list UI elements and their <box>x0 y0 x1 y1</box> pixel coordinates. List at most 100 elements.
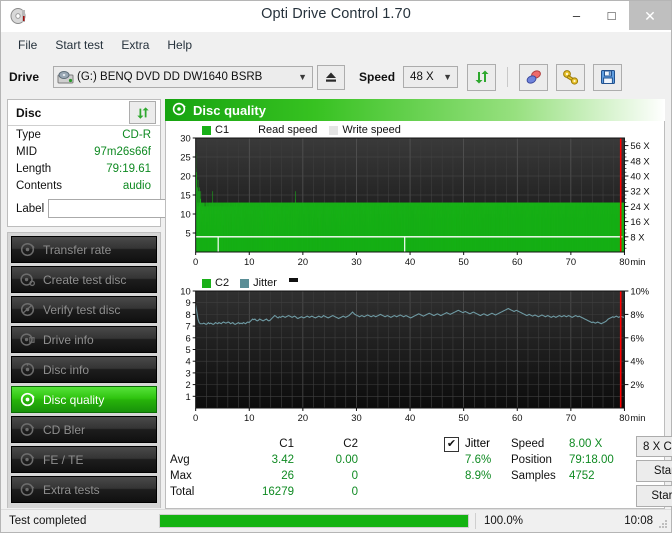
legend-swatch-write-speed <box>329 125 339 135</box>
elapsed-time: 10:08 <box>624 515 653 527</box>
legend-marker <box>288 278 298 282</box>
sidebar-label-disc-quality: Disc quality <box>43 392 105 407</box>
legend-swatch-c2 <box>202 278 211 288</box>
title-bar: Opti Drive Control 1.70 – □ ✕ <box>1 1 671 32</box>
clv-speed-select[interactable]: 8 X CLV ▼ <box>636 436 672 457</box>
clv-speed-value: 8 X CLV <box>643 440 672 453</box>
stats-header-row: C1 C2 <box>170 436 415 452</box>
start-full-button[interactable]: Start full <box>636 460 672 482</box>
sidebar-item-extra-tests[interactable]: Extra tests <box>11 476 157 503</box>
menu-extra[interactable]: Extra <box>112 35 158 55</box>
legend-label-c1: C1 <box>215 124 230 136</box>
page-title: Disc quality <box>193 102 266 118</box>
save-button[interactable] <box>593 63 623 91</box>
disc-key-type: Type <box>16 128 41 141</box>
stats-total-c1: 16279 <box>262 486 294 498</box>
stats-key-samples: Samples <box>511 470 556 482</box>
drive-value: (G:) BENQ DVD DD DW1640 BSRB <box>77 71 263 83</box>
stats-row-total: Total 16279 0 <box>170 484 415 500</box>
disc-panel-header: Disc <box>8 100 160 126</box>
sidebar-item-disc-quality[interactable]: Disc quality <box>11 386 157 413</box>
disc-key-length: Length <box>16 162 52 175</box>
disc-refresh-button[interactable] <box>129 101 156 124</box>
legend-label-c2: C2 <box>215 277 230 289</box>
legend-label-jitter: Jitter <box>253 277 277 289</box>
legend-swatch-read-speed <box>245 125 255 135</box>
right-panel: Disc quality C1 Read speed Write speed 5… <box>161 97 672 509</box>
stats-error-table: C1 C2 Avg 3.42 0.00 Max 26 0 Total 16279… <box>170 436 415 507</box>
drive-select[interactable]: (G:) BENQ DVD DD DW1640 BSRB ▼ <box>53 66 314 88</box>
disc-value-type: CD-R <box>122 128 151 141</box>
resize-grip[interactable] <box>658 519 668 529</box>
progress-percent: 100.0% <box>475 513 564 529</box>
sidebar-item-disc-info[interactable]: Disc info <box>11 356 157 383</box>
sidebar-label-transfer-rate: Transfer rate <box>43 242 112 257</box>
stats-progress-column: Speed 8.00 X Position 79:18.00 Samples 4… <box>507 436 636 507</box>
legend-swatch-jitter <box>240 278 250 288</box>
maximize-button[interactable]: □ <box>594 1 629 30</box>
sidebar-label-cd-bler: CD Bler <box>43 422 86 437</box>
stats-key-max: Max <box>170 470 192 482</box>
stats-col-c1: C1 <box>279 438 294 450</box>
sidebar-item-cd-bler[interactable]: CD Bler <box>11 416 157 443</box>
settings-button[interactable] <box>556 63 586 91</box>
minimize-icon: – <box>572 8 581 23</box>
disc-row-contents: Contents audio <box>8 177 160 194</box>
stats-row-max: Max 26 0 <box>170 468 415 484</box>
erase-button[interactable] <box>519 63 549 91</box>
left-panel: Disc Type CD-R MID 97m26s66f Length 79:1… <box>1 97 255 530</box>
stats-key-speed: Speed <box>511 438 545 450</box>
disc-verify-icon <box>20 302 35 317</box>
refresh-button[interactable] <box>467 63 497 91</box>
disc-row-length: Length 79:19.61 <box>8 160 160 177</box>
speed-value: 48 X <box>410 71 434 83</box>
minimize-button[interactable]: – <box>559 1 594 30</box>
stats-avg-c1: 3.42 <box>271 454 294 466</box>
sidebar-item-drive-info[interactable]: Drive info <box>11 326 157 353</box>
disc-panel-title: Disc <box>16 105 42 120</box>
test-nav-list: Transfer rate Create test disc Verify te… <box>7 232 161 508</box>
menu-file[interactable]: File <box>9 35 46 55</box>
sidebar-label-extra-tests: Extra tests <box>43 482 100 497</box>
sidebar-item-verify-test-disc[interactable]: Verify test disc <box>11 296 157 323</box>
jitter-avg-row: 7.6% <box>415 452 507 468</box>
stats-total-c2: 0 <box>351 486 358 498</box>
stats-value-speed: 8.00 X <box>569 438 603 450</box>
start-part-button[interactable]: Start part <box>636 485 672 507</box>
legend-swatch-c1 <box>202 125 211 135</box>
disc-label-key: Label <box>16 202 45 215</box>
stats-row-samples: Samples 4752 <box>511 468 636 484</box>
eject-button[interactable] <box>317 64 346 90</box>
close-icon: ✕ <box>644 7 656 24</box>
cd-bler-icon <box>20 422 35 437</box>
stats-col-c2: C2 <box>343 438 358 450</box>
jitter-avg-value: 7.6% <box>465 454 492 466</box>
c1-chart-legend: C1 Read speed Write speed <box>202 124 401 136</box>
progress-bar-fill <box>160 515 468 527</box>
chevron-down-icon: ▼ <box>443 72 453 82</box>
disc-row-type: Type CD-R <box>8 126 160 143</box>
stats-row-avg: Avg 3.42 0.00 <box>170 452 415 468</box>
status-message: Test completed <box>9 515 87 527</box>
sidebar-item-transfer-rate[interactable]: Transfer rate <box>11 236 157 263</box>
close-button[interactable]: ✕ <box>629 1 671 30</box>
charts-panel: C1 Read speed Write speed 5 10 15 20 25 30 8 X… <box>165 121 672 509</box>
sidebar-label-fe-te: FE / TE <box>43 452 84 467</box>
sidebar-item-create-test-disc[interactable]: Create test disc <box>11 266 157 293</box>
sidebar-item-fe-te[interactable]: FE / TE <box>11 446 157 473</box>
menu-start-test[interactable]: Start test <box>46 35 112 55</box>
jitter-checkbox[interactable]: ✔ <box>444 436 459 452</box>
jitter-max-value: 8.9% <box>465 470 492 482</box>
disc-quality-icon <box>172 102 186 119</box>
disc-value-mid: 97m26s66f <box>94 145 151 158</box>
eject-icon <box>326 72 337 82</box>
disc-value-length: 79:19.61 <box>106 162 151 175</box>
stats-row-position: Position 79:18.00 <box>511 452 636 468</box>
menu-help[interactable]: Help <box>158 35 201 55</box>
menu-bar: File Start test Extra Help <box>1 32 671 57</box>
refresh-icon <box>136 106 149 119</box>
c2-chart-legend: C2 Jitter <box>202 277 298 289</box>
toolbar-divider <box>507 67 509 87</box>
speed-select[interactable]: 48 X ▼ <box>403 66 459 88</box>
erase-disc-icon <box>526 70 541 84</box>
